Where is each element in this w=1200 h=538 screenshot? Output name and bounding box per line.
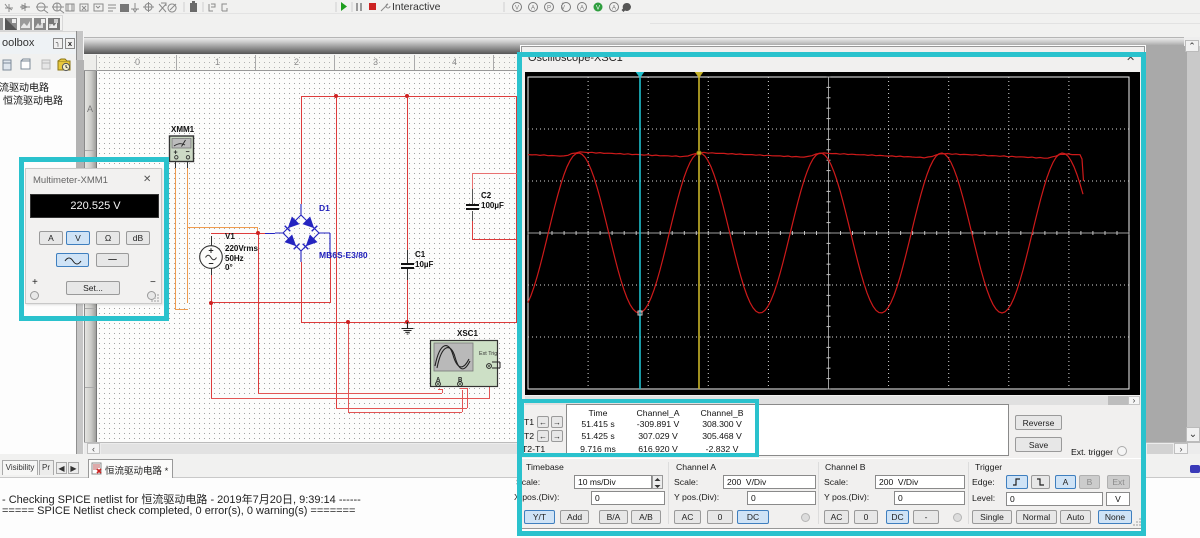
svg-text:−: − (186, 149, 190, 156)
svg-text:+: + (208, 246, 213, 256)
svg-text:+: + (562, 1, 565, 7)
svg-text:A: A (531, 6, 535, 12)
svg-text:Ext Trig: Ext Trig (479, 351, 497, 357)
svg-text:V: V (515, 6, 519, 12)
svg-text:A: A (612, 6, 616, 12)
svg-text:P: P (547, 6, 551, 12)
svg-text:A: A (580, 6, 584, 12)
svg-text:−: − (208, 259, 213, 269)
svg-text:V: V (596, 6, 600, 12)
